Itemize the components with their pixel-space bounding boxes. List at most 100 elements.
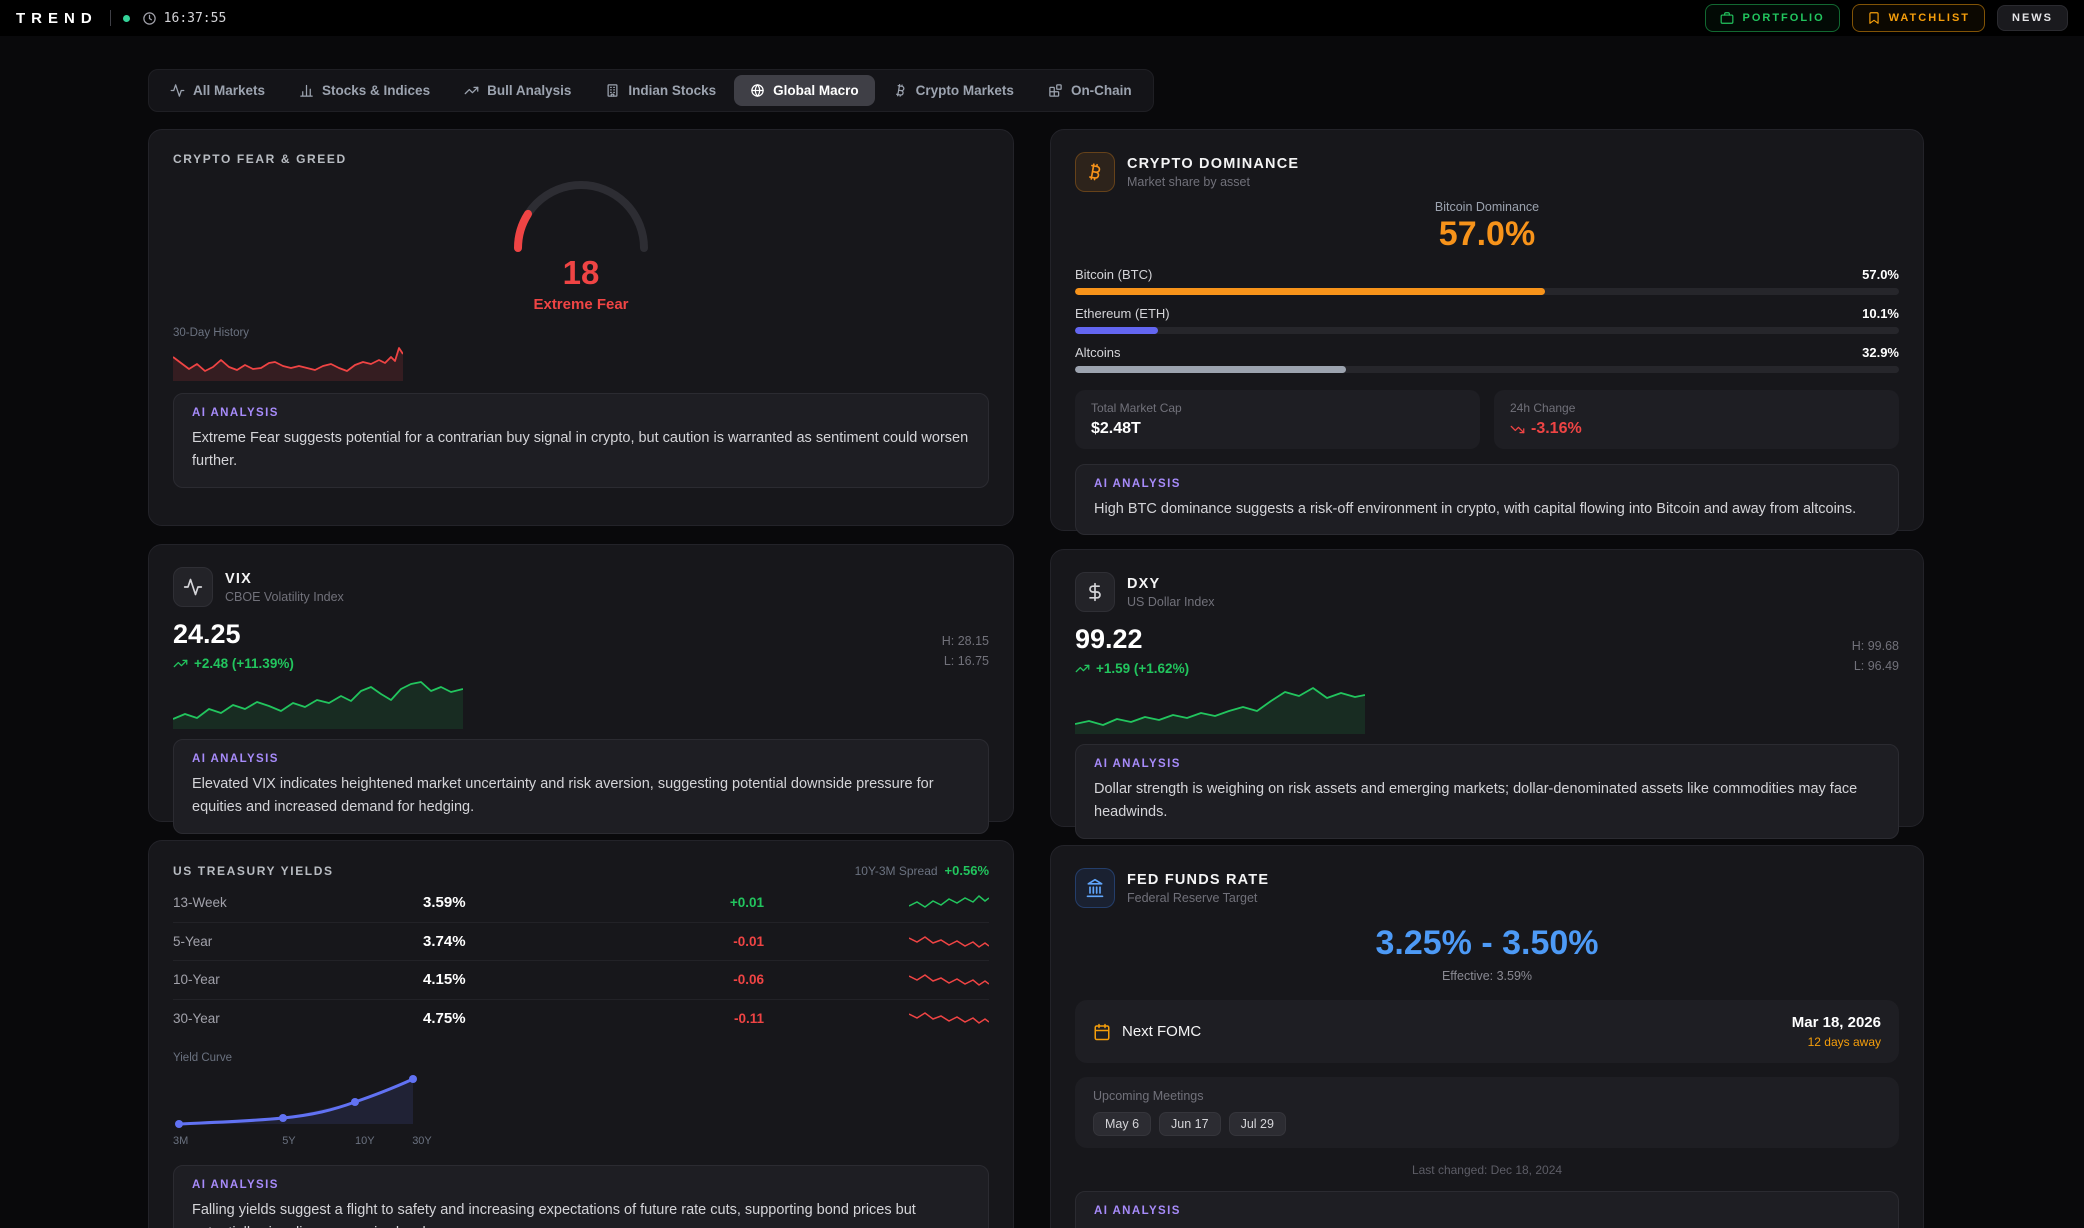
btc-dominance-label: Bitcoin Dominance	[1075, 200, 1899, 214]
brand-logo: TREND	[16, 10, 98, 27]
dxy-change: +1.59 (+1.62%)	[1075, 661, 1189, 676]
yield-change: -0.01	[633, 934, 899, 949]
clock-time: 16:37:55	[164, 11, 227, 26]
yield-curve-x-axis: 3M 5Y 10Y 30Y	[173, 1135, 433, 1149]
fed-subtitle: Federal Reserve Target	[1127, 891, 1269, 905]
fear-greed-label: Extreme Fear	[173, 296, 989, 313]
dxy-card: DXY US Dollar Index 99.22 +1.59 (+1.62%)…	[1050, 549, 1924, 827]
progress-track	[1075, 327, 1899, 334]
portfolio-button[interactable]: PORTFOLIO	[1705, 4, 1839, 32]
dxy-subtitle: US Dollar Index	[1127, 595, 1215, 609]
bookmark-icon	[1867, 11, 1881, 25]
gauge-arc	[506, 170, 656, 254]
meeting-chip[interactable]: Jun 17	[1159, 1112, 1221, 1136]
next-fomc-date: Mar 18, 2026	[1792, 1014, 1881, 1031]
tab-all-markets[interactable]: All Markets	[154, 75, 281, 106]
yield-label: 10-Year	[173, 972, 423, 987]
trending-up-icon	[173, 656, 188, 671]
last-changed-text: Last changed: Dec 18, 2024	[1075, 1163, 1899, 1177]
dxy-change-value: +1.59 (+1.62%)	[1096, 661, 1189, 676]
tab-on-chain[interactable]: On-Chain	[1032, 75, 1148, 106]
vix-title: VIX	[225, 571, 344, 587]
yield-value: 3.59%	[423, 894, 633, 911]
yield-label: 5-Year	[173, 934, 423, 949]
meeting-chip[interactable]: Jul 29	[1229, 1112, 1286, 1136]
activity-icon	[173, 567, 213, 607]
topbar-divider	[110, 10, 111, 26]
globe-icon	[750, 83, 765, 98]
vix-high-low: H: 28.15 L: 16.75	[942, 632, 989, 671]
vix-change: +2.48 (+11.39%)	[173, 656, 294, 671]
stat-label: Total Market Cap	[1091, 401, 1464, 415]
vix-low: L: 16.75	[942, 652, 989, 671]
table-row[interactable]: 10-Year 4.15% -0.06	[173, 961, 989, 1000]
tab-bull-analysis[interactable]: Bull Analysis	[448, 75, 587, 106]
tab-global-macro[interactable]: Global Macro	[734, 75, 875, 106]
ai-analysis-box: AI ANALYSIS Falling yields suggest a fli…	[173, 1165, 989, 1228]
ai-analysis-box: AI ANALYSIS Dollar strength is weighing …	[1075, 744, 1899, 839]
fear-greed-title: CRYPTO FEAR & GREED	[173, 152, 989, 166]
calendar-icon	[1093, 1023, 1111, 1041]
spread-indicator: 10Y-3M Spread +0.56%	[855, 863, 989, 878]
ai-analysis-label: AI ANALYSIS	[1094, 1205, 1880, 1217]
bar-label: Altcoins	[1075, 345, 1121, 360]
progress-track	[1075, 366, 1899, 373]
tab-stocks-indices[interactable]: Stocks & Indices	[283, 75, 446, 106]
ai-analysis-box: AI ANALYSIS The Fed is likely to remain …	[1075, 1191, 1899, 1228]
btc-dominance-value: 57.0%	[1075, 217, 1899, 251]
dominance-bar-row: Bitcoin (BTC) 57.0%	[1075, 267, 1899, 295]
dominance-title: CRYPTO DOMINANCE	[1127, 156, 1299, 172]
bar-value: 10.1%	[1862, 306, 1899, 321]
bitcoin-icon	[1075, 152, 1115, 192]
fear-greed-value: 18	[173, 256, 989, 289]
next-fomc-countdown: 12 days away	[1792, 1035, 1881, 1049]
briefcase-icon	[1720, 11, 1734, 25]
dxy-sparkline	[1075, 684, 1365, 734]
change-24h-stat: 24h Change -3.16%	[1494, 390, 1899, 449]
news-button[interactable]: NEWS	[1997, 5, 2068, 31]
yield-change: -0.11	[633, 1011, 899, 1026]
ai-analysis-box: AI ANALYSIS High BTC dominance suggests …	[1075, 464, 1899, 535]
ai-analysis-label: AI ANALYSIS	[1094, 478, 1880, 490]
progress-track	[1075, 288, 1899, 295]
meeting-chip[interactable]: May 6	[1093, 1112, 1151, 1136]
yield-curve-chart: 3M 5Y 10Y 30Y	[173, 1072, 433, 1149]
market-tabs: All Markets Stocks & Indices Bull Analys…	[148, 69, 1154, 112]
table-row[interactable]: 5-Year 3.74% -0.01	[173, 923, 989, 962]
trending-up-icon	[464, 83, 479, 98]
fed-target-range: 3.25% - 3.50%	[1075, 926, 1899, 960]
building-icon	[605, 83, 620, 98]
watchlist-button-label: WATCHLIST	[1889, 12, 1970, 24]
ai-analysis-text: Elevated VIX indicates heightened market…	[192, 773, 970, 820]
trending-up-icon	[1075, 661, 1090, 676]
table-row[interactable]: 13-Week 3.59% +0.01	[173, 884, 989, 923]
yield-value: 4.15%	[423, 971, 633, 988]
tab-label: All Markets	[193, 83, 265, 98]
news-button-label: NEWS	[2012, 12, 2053, 24]
table-row[interactable]: 30-Year 4.75% -0.11	[173, 1000, 989, 1039]
change-24h-value: -3.16%	[1531, 420, 1582, 438]
fed-effective-rate: Effective: 3.59%	[1075, 969, 1899, 983]
dxy-high-low: H: 99.68 L: 96.49	[1852, 637, 1899, 676]
watchlist-button[interactable]: WATCHLIST	[1852, 4, 1985, 32]
tab-label: Global Macro	[773, 83, 859, 98]
ai-analysis-box: AI ANALYSIS Elevated VIX indicates heigh…	[173, 739, 989, 834]
bar-chart-icon	[299, 83, 314, 98]
dxy-price: 99.22	[1075, 626, 1189, 653]
tab-label: Stocks & Indices	[322, 83, 430, 98]
ai-analysis-text: Falling yields suggest a flight to safet…	[192, 1199, 970, 1228]
tab-label: Indian Stocks	[628, 83, 716, 98]
progress-fill	[1075, 366, 1346, 373]
yield-sparkline	[909, 893, 989, 913]
topbar-actions: PORTFOLIO WATCHLIST NEWS	[1705, 4, 2068, 32]
bitcoin-icon	[893, 83, 908, 98]
ai-analysis-label: AI ANALYSIS	[1094, 758, 1880, 770]
history-label: 30-Day History	[173, 327, 989, 339]
fed-title: FED FUNDS RATE	[1127, 872, 1269, 888]
trending-down-icon	[1510, 422, 1525, 437]
tab-indian-stocks[interactable]: Indian Stocks	[589, 75, 732, 106]
dxy-low: L: 96.49	[1852, 657, 1899, 676]
progress-fill	[1075, 327, 1158, 334]
treasury-yields-card: US TREASURY YIELDS 10Y-3M Spread +0.56% …	[148, 840, 1014, 1228]
tab-crypto-markets[interactable]: Crypto Markets	[877, 75, 1030, 106]
